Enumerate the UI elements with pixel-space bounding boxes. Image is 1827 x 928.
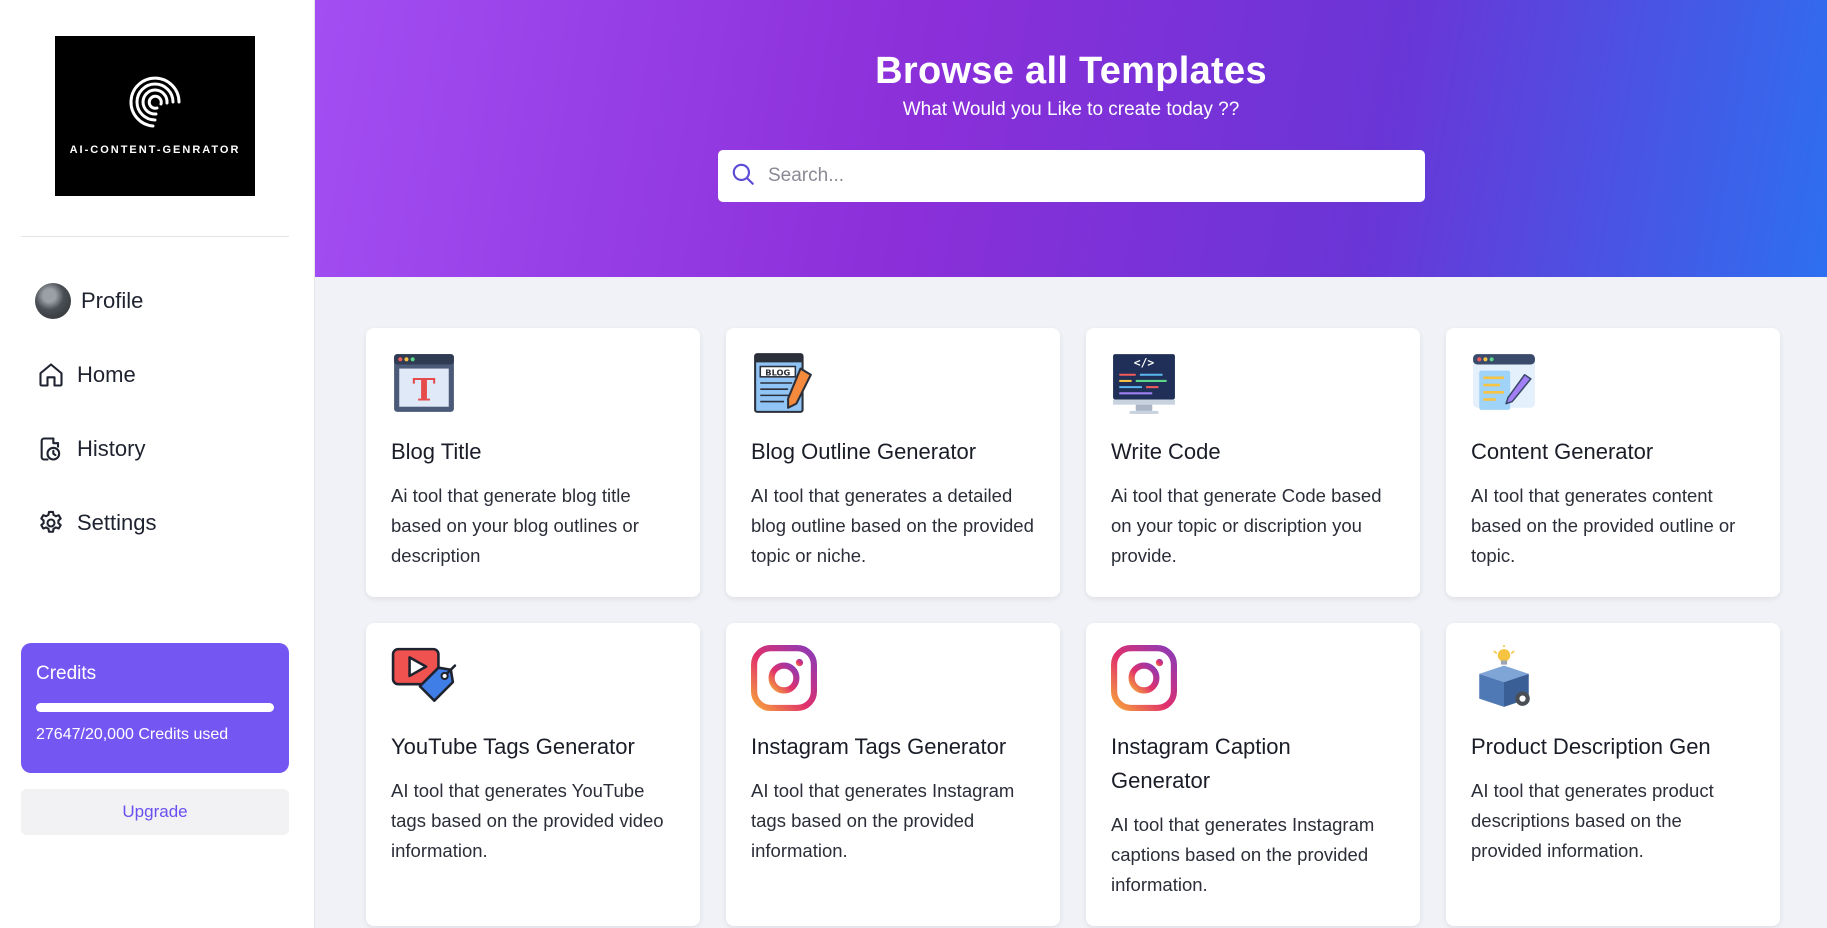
sidebar-item-history[interactable]: History: [35, 428, 157, 470]
logo-text: AI-CONTENT-GENRATOR: [69, 144, 241, 156]
card-description: Ai tool that generate blog title based o…: [391, 485, 639, 566]
credits-title: Credits: [36, 663, 97, 684]
credits-progress-bar: [36, 703, 274, 712]
sidebar-item-label: Profile: [81, 288, 144, 313]
blog-title-icon: T: [394, 354, 454, 412]
content-icon: [1473, 354, 1535, 410]
card-description: Ai tool that generate Code based on your…: [1111, 485, 1382, 566]
templates-header: Browse all Templates What Would you Like…: [315, 0, 1827, 277]
card-title: Content Generator: [1471, 439, 1654, 464]
credits-progress-fill: [36, 703, 274, 712]
template-card-product-description[interactable]: Product Description Gen AI tool that gen…: [1446, 623, 1780, 926]
home-icon: [35, 359, 67, 391]
template-card-instagram-tags[interactable]: Instagram Tags Generator AI tool that ge…: [726, 623, 1060, 926]
card-title: YouTube Tags Generator: [391, 734, 635, 759]
sidebar-item-label: Settings: [77, 510, 157, 535]
product-box-icon: [1479, 645, 1530, 707]
sidebar-nav: Profile Home History Settings: [35, 280, 157, 576]
card-title: Product Description Gen: [1471, 734, 1711, 759]
template-card-content-generator[interactable]: Content Generator AI tool that generates…: [1446, 328, 1780, 597]
search-input[interactable]: [768, 165, 1388, 187]
template-card-blog-outline[interactable]: BLOG Blog Outline Generator AI tool that…: [726, 328, 1060, 597]
credits-used-text: 27647/20,000 Credits used: [36, 726, 229, 743]
templates-grid: T Blog Title Ai tool that generate blog …: [366, 328, 1780, 926]
svg-text:BLOG: BLOG: [765, 367, 790, 377]
page-title: Browse all Templates: [875, 50, 1267, 92]
credits-card: Credits 27647/20,000 Credits used: [21, 643, 289, 773]
gear-icon: [35, 507, 67, 539]
card-description: AI tool that generates product descripti…: [1471, 780, 1714, 861]
card-title: Instagram Tags Generator: [751, 734, 1007, 759]
sidebar-item-home[interactable]: Home: [35, 354, 157, 396]
avatar: [35, 283, 71, 319]
sidebar-item-profile[interactable]: Profile: [35, 280, 157, 322]
card-title: Blog Outline Generator: [751, 439, 977, 464]
card-title: Write Code: [1111, 439, 1221, 464]
template-card-instagram-caption[interactable]: Instagram Caption Generator AI tool that…: [1086, 623, 1420, 926]
template-card-youtube-tags[interactable]: YouTube Tags Generator AI tool that gene…: [366, 623, 700, 926]
template-card-write-code[interactable]: </> Write Code Ai tool that generate Cod…: [1086, 328, 1420, 597]
card-description: AI tool that generates a detailed blog o…: [751, 485, 1034, 566]
history-icon: [35, 433, 67, 465]
youtube-tag-icon: [391, 647, 457, 702]
sidebar: AI-CONTENT-GENRATOR Profile Home History…: [0, 0, 315, 928]
blog-outline-icon: BLOG: [754, 353, 812, 413]
logo-swirl-icon: [129, 76, 181, 128]
svg-text:T: T: [412, 373, 435, 409]
instagram-icon: [1111, 645, 1177, 711]
card-title: Instagram Caption Generator: [1111, 734, 1291, 793]
sidebar-item-settings[interactable]: Settings: [35, 502, 157, 544]
upgrade-button[interactable]: Upgrade: [21, 789, 289, 835]
app-logo[interactable]: AI-CONTENT-GENRATOR: [55, 36, 255, 196]
svg-text:</>: </>: [1134, 356, 1155, 370]
code-icon: </>: [1113, 354, 1175, 414]
sidebar-divider: [21, 236, 289, 237]
instagram-icon: [751, 645, 817, 711]
card-description: AI tool that generates YouTube tags base…: [391, 780, 664, 861]
card-description: AI tool that generates Instagram tags ba…: [751, 780, 1015, 861]
search-icon: [730, 161, 756, 192]
page-subtitle: What Would you Like to create today ??: [902, 99, 1240, 120]
card-title: Blog Title: [391, 439, 482, 464]
template-card-blog-title[interactable]: T Blog Title Ai tool that generate blog …: [366, 328, 700, 597]
card-description: AI tool that generates content based on …: [1471, 485, 1736, 566]
search-bar: [718, 150, 1425, 202]
card-description: AI tool that generates Instagram caption…: [1111, 814, 1375, 895]
sidebar-item-label: History: [77, 436, 146, 461]
sidebar-item-label: Home: [77, 362, 136, 387]
